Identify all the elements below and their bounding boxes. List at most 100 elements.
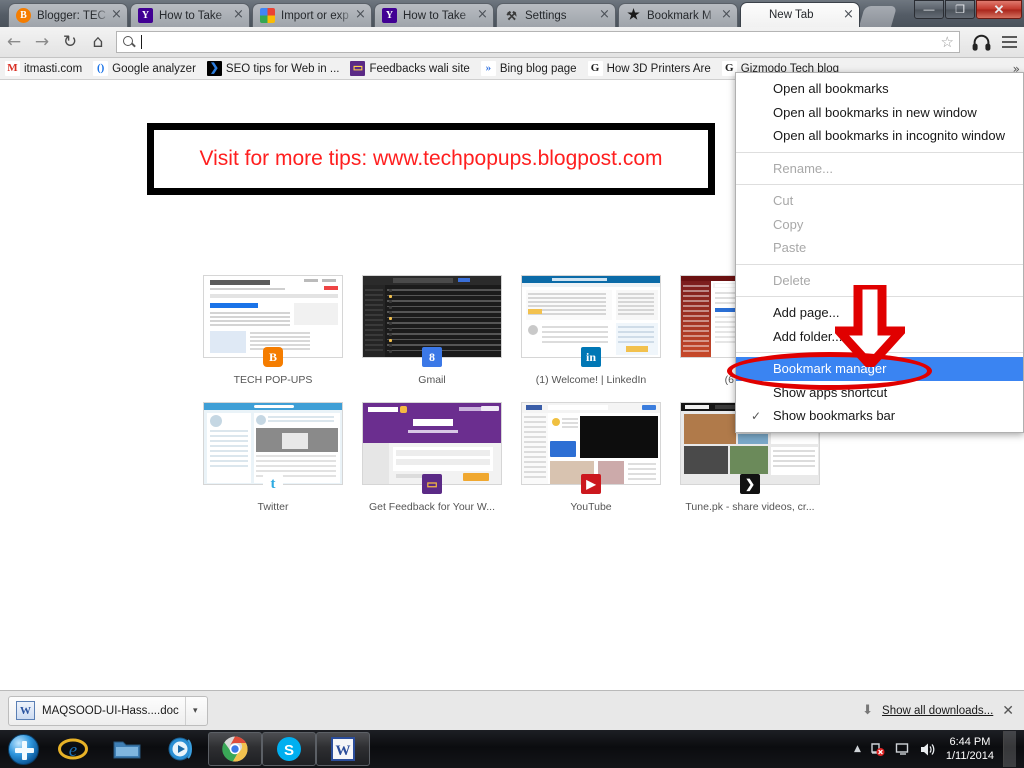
menu-item-open-all-bookmarks-in-incognito-window[interactable]: Open all bookmarks in incognito window	[736, 124, 1023, 148]
menu-item-show-bookmarks-bar[interactable]: ✓Show bookmarks bar	[736, 404, 1023, 428]
bookmark-item-5[interactable]: »Bing blog page	[481, 61, 577, 76]
tab-title: Settings	[525, 10, 598, 22]
tile-thumbnail[interactable]	[203, 275, 343, 358]
headphones-icon[interactable]	[968, 28, 994, 56]
media-player-icon[interactable]	[154, 731, 208, 767]
file-explorer-icon[interactable]	[100, 731, 154, 767]
show-all-downloads-link[interactable]: Show all downloads...	[882, 705, 993, 717]
reload-icon[interactable]: ↻	[56, 28, 84, 56]
svg-text:W: W	[336, 743, 351, 759]
bookmark-label: SEO tips for Web in ...	[226, 63, 340, 75]
star-outline-icon[interactable]: ☆	[941, 35, 954, 50]
menu-item-label: Delete	[773, 273, 811, 288]
tile-label: Get Feedback for Your W...	[362, 501, 502, 513]
tunepk-icon: ❯	[740, 474, 760, 494]
download-item-dropdown-icon[interactable]: ▾	[185, 697, 205, 725]
tile-thumbnail[interactable]	[521, 275, 661, 358]
bookmark-item-4[interactable]: ▭Feedbacks wali site	[350, 61, 469, 76]
most-visited-tile[interactable]: in(1) Welcome! | LinkedIn	[521, 275, 661, 386]
taskbar-clock[interactable]: 6:44 PM 1/11/2014	[946, 735, 994, 763]
blogger-icon: B	[263, 347, 283, 367]
menu-item-show-apps-shortcut[interactable]: Show apps shortcut	[736, 381, 1023, 405]
thumbnail-preview	[204, 276, 342, 357]
tab-4[interactable]: YHow to Take×	[374, 3, 494, 27]
tab-5[interactable]: ⚒Settings×	[496, 3, 616, 27]
volume-icon[interactable]	[920, 742, 937, 757]
most-visited-tile[interactable]: ▭Get Feedback for Your W...	[362, 402, 502, 513]
maximize-restore-button[interactable]: ❐	[945, 0, 975, 19]
home-icon[interactable]: ⌂	[84, 28, 112, 56]
gmail-icon: 8	[422, 347, 442, 367]
tab-close-icon[interactable]: ×	[720, 9, 733, 22]
new-tab-button[interactable]	[859, 6, 897, 27]
address-search-bar[interactable]: ☆	[116, 31, 960, 53]
tile-thumbnail-wrap: B	[203, 275, 343, 358]
windows-taskbar: e S W ▲ 6:44 PM 1/11/2014	[0, 730, 1024, 768]
microsoft-word-icon[interactable]: W	[316, 732, 370, 766]
google-chrome-icon[interactable]	[208, 732, 262, 766]
download-file-name: MAQSOOD-UI-Hass....doc	[42, 705, 179, 717]
windows-start-orb[interactable]	[0, 730, 46, 768]
menu-item-bookmark-manager[interactable]: Bookmark manager	[736, 357, 1023, 381]
bookmark-item-2[interactable]: ()Google analyzer	[93, 61, 196, 76]
svg-text:e: e	[69, 740, 77, 761]
close-downloads-shelf-button[interactable]: ✕	[1002, 703, 1014, 719]
tab-6[interactable]: ★Bookmark M×	[618, 3, 738, 27]
tab-close-icon[interactable]: ×	[110, 9, 123, 22]
minimize-button[interactable]: —	[914, 0, 944, 19]
most-visited-tile[interactable]: ▶YouTube	[521, 402, 661, 513]
download-item[interactable]: W MAQSOOD-UI-Hass....doc ▾	[8, 696, 208, 726]
tab-close-icon[interactable]: ×	[598, 9, 611, 22]
promo-banner: Visit for more tips: www.techpopups.blog…	[147, 123, 715, 195]
bookmark-item-3[interactable]: ❯ SEO tips for Web in ...	[207, 61, 340, 76]
tile-label: Gmail	[362, 374, 502, 386]
bookmark-item-6[interactable]: GHow 3D Printers Are	[588, 61, 711, 76]
menu-item-label: Copy	[773, 217, 803, 232]
bookmark-item-1[interactable]: Mitmasti.com	[5, 61, 82, 76]
most-visited-tile[interactable]: 8 Gmail	[362, 275, 502, 386]
promo-banner-text: Visit for more tips: www.techpopups.blog…	[200, 147, 663, 171]
show-desktop-button[interactable]	[1003, 731, 1016, 767]
tile-thumbnail[interactable]	[521, 402, 661, 485]
menu-separator	[736, 296, 1023, 297]
forward-arrow-icon[interactable]: →	[28, 28, 56, 56]
tab-title: How to Take	[403, 10, 476, 22]
menu-item-paste: Paste	[736, 236, 1023, 260]
back-arrow-icon[interactable]: ←	[0, 28, 28, 56]
display-icon[interactable]	[895, 742, 911, 757]
tile-thumbnail-wrap: in	[521, 275, 661, 358]
menu-item-open-all-bookmarks[interactable]: Open all bookmarks	[736, 77, 1023, 101]
system-tray: ▲ 6:44 PM 1/11/2014	[854, 731, 1024, 767]
tab-close-icon[interactable]: ×	[842, 9, 855, 22]
menu-separator	[736, 264, 1023, 265]
menu-item-open-all-bookmarks-in-new-window[interactable]: Open all bookmarks in new window	[736, 101, 1023, 125]
hamburger-menu-icon[interactable]	[996, 28, 1022, 56]
tab-close-icon[interactable]: ×	[232, 9, 245, 22]
browser-window: BBlogger: TEC×YHow to Take×Import or exp…	[0, 0, 1024, 768]
tab-7[interactable]: New Tab×	[740, 2, 860, 27]
tray-expand-caret-icon[interactable]: ▲	[854, 744, 861, 754]
menu-separator	[736, 352, 1023, 353]
menu-item-label: Cut	[773, 193, 793, 208]
tab-2[interactable]: YHow to Take×	[130, 3, 250, 27]
tab-3[interactable]: Import or exp×	[252, 3, 372, 27]
most-visited-tile[interactable]: BTECH POP-UPS	[203, 275, 343, 386]
tab-1[interactable]: BBlogger: TEC×	[8, 3, 128, 27]
tab-close-icon[interactable]: ×	[354, 9, 367, 22]
tile-label: Tune.pk - share videos, cr...	[680, 501, 820, 513]
internet-explorer-icon[interactable]: e	[46, 731, 100, 767]
menu-item-add-page[interactable]: Add page...	[736, 301, 1023, 325]
tile-thumbnail[interactable]	[362, 275, 502, 358]
bookmark-label: Google analyzer	[112, 63, 196, 75]
tile-thumbnail[interactable]	[362, 402, 502, 485]
skype-icon[interactable]: S	[262, 732, 316, 766]
bookmarks-context-menu: Open all bookmarksOpen all bookmarks in …	[735, 72, 1024, 433]
most-visited-tile[interactable]: tTwitter	[203, 402, 343, 513]
bookmark-label: Feedbacks wali site	[369, 63, 469, 75]
close-window-button[interactable]: ✕	[976, 0, 1022, 19]
tile-thumbnail[interactable]	[203, 402, 343, 485]
network-error-icon[interactable]	[870, 742, 886, 757]
tab-close-icon[interactable]: ×	[476, 9, 489, 22]
menu-item-add-folder[interactable]: Add folder...	[736, 325, 1023, 349]
bookmark-favicon: ❯	[207, 61, 222, 76]
